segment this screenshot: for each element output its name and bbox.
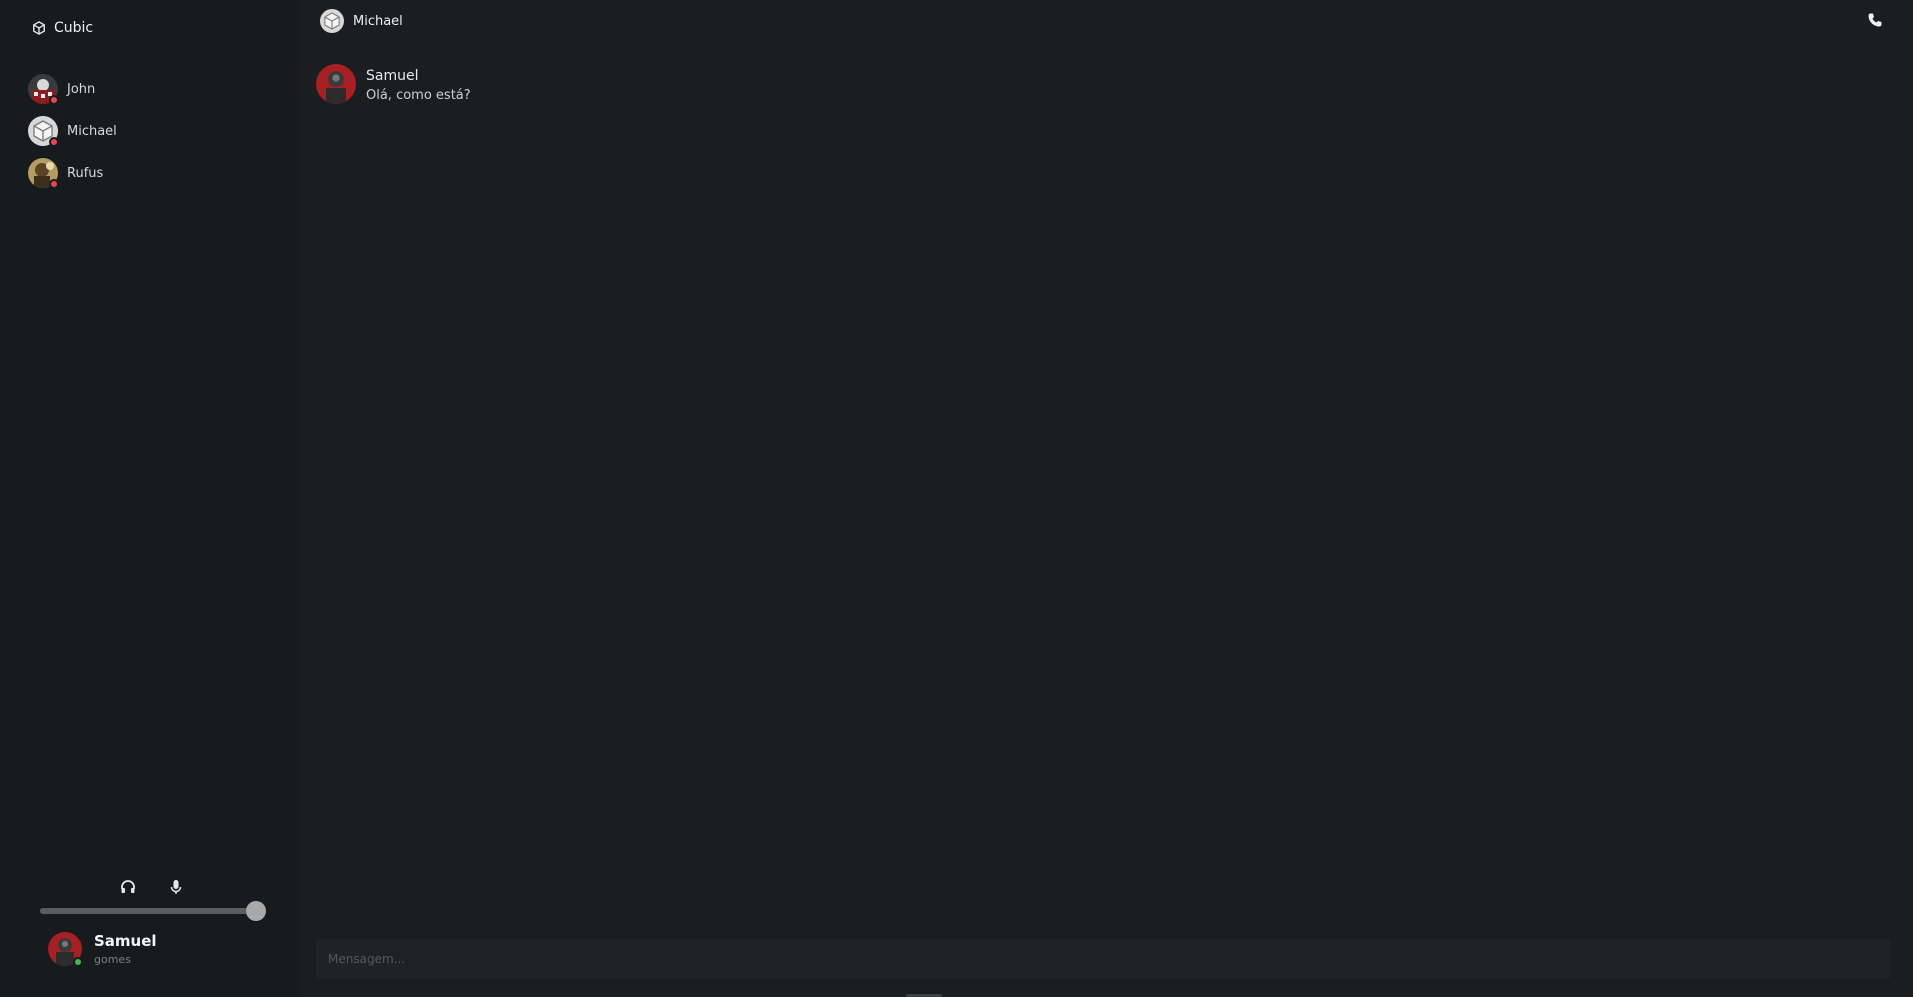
dm-item-john[interactable]: John [28, 68, 268, 110]
avatar [28, 116, 59, 147]
cube-icon [33, 21, 45, 35]
chat-title: Michael [353, 13, 403, 29]
status-dot [49, 137, 59, 147]
brand[interactable]: Cubic [32, 20, 93, 36]
dm-list: John Michael Rufus [28, 68, 268, 194]
voice-controls [40, 878, 266, 921]
dm-label: Rufus [67, 165, 104, 181]
microphone-icon[interactable] [167, 878, 185, 896]
sidebar: Cubic John Michael Rufus Samuel gomes [0, 0, 300, 997]
dm-label: Michael [67, 123, 117, 139]
volume-slider[interactable] [40, 901, 266, 921]
avatar-image [320, 9, 344, 33]
avatar [28, 74, 59, 105]
avatar[interactable] [316, 64, 356, 104]
message-input[interactable] [316, 939, 1891, 979]
message: Samuel Olá, como está? [316, 64, 471, 104]
avatar-image [316, 64, 356, 104]
user-name: Samuel [94, 932, 157, 950]
dm-item-rufus[interactable]: Rufus [28, 152, 268, 194]
avatar [320, 9, 344, 33]
dm-item-michael[interactable]: Michael [28, 110, 268, 152]
chat-header: Michael [300, 0, 1913, 42]
avatar [48, 932, 83, 967]
avatar [28, 158, 59, 189]
volume-slider-fill [40, 908, 256, 914]
current-user[interactable]: Samuel gomes [48, 932, 157, 967]
brand-name: Cubic [54, 20, 94, 36]
volume-slider-thumb[interactable] [245, 901, 266, 921]
phone-icon[interactable] [1867, 12, 1883, 28]
dm-label: John [67, 81, 96, 97]
status-dot [49, 179, 59, 189]
message-author[interactable]: Samuel [366, 68, 471, 84]
headphones-icon[interactable] [119, 878, 137, 896]
message-list: Samuel Olá, como está? [316, 64, 471, 104]
status-dot [73, 957, 83, 967]
user-subtitle: gomes [94, 953, 131, 966]
message-text: Olá, como está? [366, 88, 471, 103]
status-dot [49, 95, 59, 105]
